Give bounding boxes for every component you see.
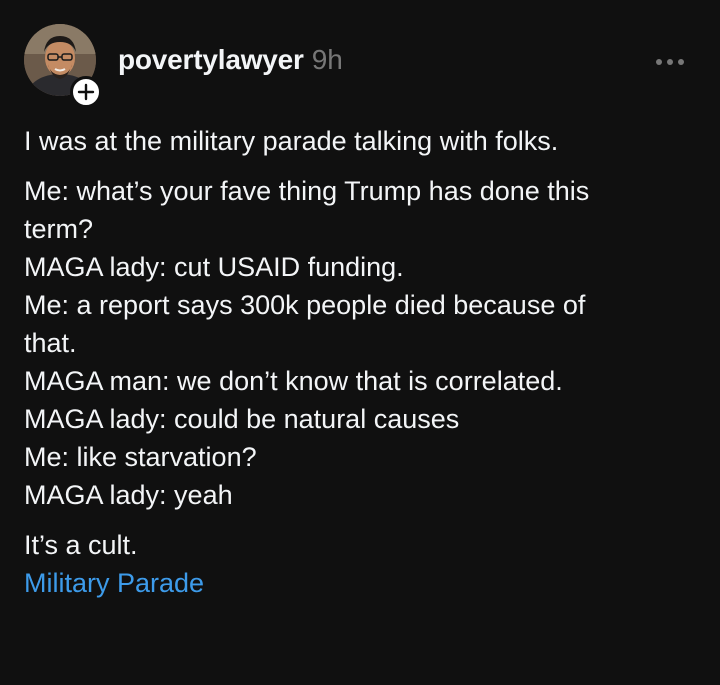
post-paragraph: I was at the military parade talking wit… bbox=[24, 122, 684, 160]
post-body: I was at the military parade talking wit… bbox=[24, 122, 684, 602]
text-line: MAGA lady: could be natural causes bbox=[24, 404, 460, 434]
post-paragraph: It’s a cult. Military Parade bbox=[24, 526, 684, 602]
avatar-container[interactable] bbox=[24, 24, 102, 108]
plus-icon bbox=[77, 83, 95, 101]
text-line: MAGA lady: yeah bbox=[24, 480, 233, 510]
more-options-button[interactable] bbox=[650, 50, 690, 74]
thread-post: povertylawyer 9h I was at the military p… bbox=[0, 0, 720, 685]
more-horizontal-icon bbox=[656, 59, 662, 65]
more-dot bbox=[678, 59, 684, 65]
text-line: It’s a cult. bbox=[24, 530, 138, 560]
text-line: MAGA lady: cut USAID funding. bbox=[24, 252, 404, 282]
text-line: that. bbox=[24, 328, 77, 358]
username-link[interactable]: povertylawyer bbox=[118, 44, 304, 76]
more-dot bbox=[667, 59, 673, 65]
text-line: term? bbox=[24, 214, 94, 244]
post-timestamp: 9h bbox=[311, 44, 343, 75]
text-line: Me: what’s your fave thing Trump has don… bbox=[24, 176, 590, 206]
text-line: Me: like starvation? bbox=[24, 442, 257, 472]
post-paragraph: Me: what’s your fave thing Trump has don… bbox=[24, 172, 684, 514]
topic-tag-link[interactable]: Military Parade bbox=[24, 564, 204, 602]
text-line: MAGA man: we don’t know that is correlat… bbox=[24, 366, 563, 396]
text-line: I was at the military parade talking wit… bbox=[24, 126, 559, 156]
text-line: Me: a report says 300k people died becau… bbox=[24, 290, 586, 320]
follow-button[interactable] bbox=[70, 76, 102, 108]
post-header: povertylawyer 9h bbox=[118, 44, 343, 76]
